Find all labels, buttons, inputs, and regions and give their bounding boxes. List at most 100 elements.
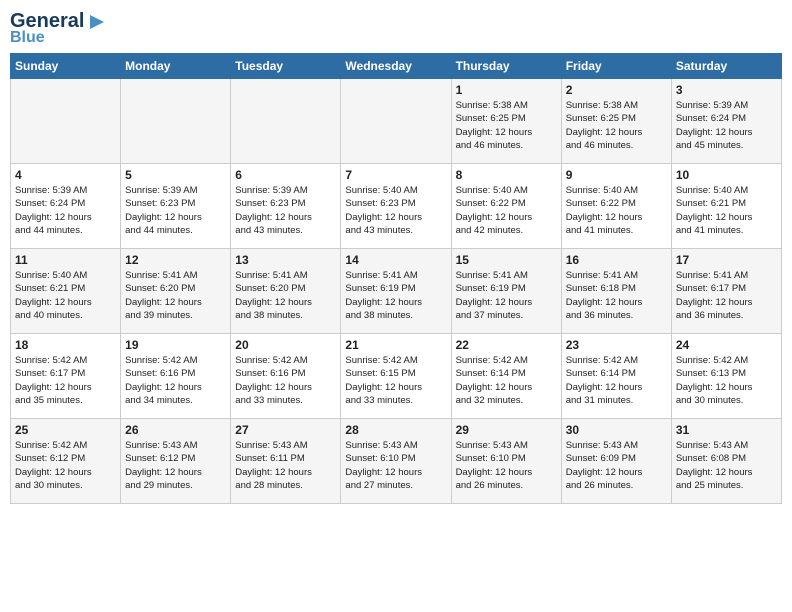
week-row-4: 18 Sunrise: 5:42 AM Sunset: 6:17 PM Dayli… xyxy=(11,334,782,419)
day-cell: 22 Sunrise: 5:42 AM Sunset: 6:14 PM Dayli… xyxy=(451,334,561,419)
day-number: 1 xyxy=(456,83,557,97)
day-cell: 30 Sunrise: 5:43 AM Sunset: 6:09 PM Dayli… xyxy=(561,419,671,504)
day-number: 24 xyxy=(676,338,777,352)
day-cell: 12Sunrise: 5:41 AM Sunset: 6:20 PM Dayli… xyxy=(121,249,231,334)
day-number: 13 xyxy=(235,253,336,267)
calendar-table: SundayMondayTuesdayWednesdayThursdayFrid… xyxy=(10,53,782,504)
weekday-sunday: Sunday xyxy=(11,54,121,79)
day-info: Sunrise: 5:42 AM Sunset: 6:14 PM Dayligh… xyxy=(456,354,557,407)
day-number: 26 xyxy=(125,423,226,437)
day-info: Sunrise: 5:43 AM Sunset: 6:08 PM Dayligh… xyxy=(676,439,777,492)
day-info: Sunrise: 5:41 AM Sunset: 6:20 PM Dayligh… xyxy=(125,269,226,322)
day-cell: 23 Sunrise: 5:42 AM Sunset: 6:14 PM Dayli… xyxy=(561,334,671,419)
day-cell xyxy=(231,79,341,164)
logo-blue: Blue xyxy=(10,29,45,47)
day-cell: 15 Sunrise: 5:41 AM Sunset: 6:19 PM Dayli… xyxy=(451,249,561,334)
day-number: 30 xyxy=(566,423,667,437)
day-cell: 21Sunrise: 5:42 AM Sunset: 6:15 PM Dayli… xyxy=(341,334,451,419)
day-info: Sunrise: 5:40 AM Sunset: 6:21 PM Dayligh… xyxy=(15,269,116,322)
day-info: Sunrise: 5:39 AM Sunset: 6:23 PM Dayligh… xyxy=(235,184,336,237)
day-info: Sunrise: 5:41 AM Sunset: 6:18 PM Dayligh… xyxy=(566,269,667,322)
day-info: Sunrise: 5:40 AM Sunset: 6:22 PM Dayligh… xyxy=(456,184,557,237)
day-number: 23 xyxy=(566,338,667,352)
day-cell: 5 Sunrise: 5:39 AM Sunset: 6:23 PM Daylig… xyxy=(121,164,231,249)
day-info: Sunrise: 5:39 AM Sunset: 6:23 PM Dayligh… xyxy=(125,184,226,237)
day-cell: 6 Sunrise: 5:39 AM Sunset: 6:23 PM Daylig… xyxy=(231,164,341,249)
week-row-1: 1 Sunrise: 5:38 AM Sunset: 6:25 PM Daylig… xyxy=(11,79,782,164)
day-cell: 9 Sunrise: 5:40 AM Sunset: 6:22 PM Daylig… xyxy=(561,164,671,249)
weekday-monday: Monday xyxy=(121,54,231,79)
day-cell xyxy=(121,79,231,164)
page-header: General Blue xyxy=(10,10,782,47)
day-info: Sunrise: 5:43 AM Sunset: 6:11 PM Dayligh… xyxy=(235,439,336,492)
day-info: Sunrise: 5:41 AM Sunset: 6:19 PM Dayligh… xyxy=(456,269,557,322)
day-cell: 19Sunrise: 5:42 AM Sunset: 6:16 PM Dayli… xyxy=(121,334,231,419)
day-info: Sunrise: 5:39 AM Sunset: 6:24 PM Dayligh… xyxy=(676,99,777,152)
day-cell: 14Sunrise: 5:41 AM Sunset: 6:19 PM Dayli… xyxy=(341,249,451,334)
day-cell: 4Sunrise: 5:39 AM Sunset: 6:24 PM Daylig… xyxy=(11,164,121,249)
day-info: Sunrise: 5:42 AM Sunset: 6:16 PM Dayligh… xyxy=(235,354,336,407)
day-cell: 26 Sunrise: 5:43 AM Sunset: 6:12 PM Dayli… xyxy=(121,419,231,504)
weekday-wednesday: Wednesday xyxy=(341,54,451,79)
day-cell: 25 Sunrise: 5:42 AM Sunset: 6:12 PM Dayli… xyxy=(11,419,121,504)
calendar-body: 1 Sunrise: 5:38 AM Sunset: 6:25 PM Daylig… xyxy=(11,79,782,504)
day-cell: 10 Sunrise: 5:40 AM Sunset: 6:21 PM Dayli… xyxy=(671,164,781,249)
weekday-saturday: Saturday xyxy=(671,54,781,79)
week-row-2: 4Sunrise: 5:39 AM Sunset: 6:24 PM Daylig… xyxy=(11,164,782,249)
day-cell: 1Sunrise: 5:38 AM Sunset: 6:25 PM Daylig… xyxy=(451,79,561,164)
day-cell: 11 Sunrise: 5:40 AM Sunset: 6:21 PM Dayli… xyxy=(11,249,121,334)
day-cell: 24Sunrise: 5:42 AM Sunset: 6:13 PM Dayli… xyxy=(671,334,781,419)
day-number: 17 xyxy=(676,253,777,267)
day-number: 28 xyxy=(345,423,446,437)
day-number: 18 xyxy=(15,338,116,352)
day-cell: 16 Sunrise: 5:41 AM Sunset: 6:18 PM Dayli… xyxy=(561,249,671,334)
day-cell: 20 Sunrise: 5:42 AM Sunset: 6:16 PM Dayli… xyxy=(231,334,341,419)
weekday-thursday: Thursday xyxy=(451,54,561,79)
day-number: 11 xyxy=(15,253,116,267)
day-number: 16 xyxy=(566,253,667,267)
logo-arrow-icon xyxy=(86,11,108,33)
day-info: Sunrise: 5:41 AM Sunset: 6:19 PM Dayligh… xyxy=(345,269,446,322)
day-cell: 17 Sunrise: 5:41 AM Sunset: 6:17 PM Dayli… xyxy=(671,249,781,334)
day-info: Sunrise: 5:42 AM Sunset: 6:16 PM Dayligh… xyxy=(125,354,226,407)
logo: General Blue xyxy=(10,10,108,47)
day-info: Sunrise: 5:41 AM Sunset: 6:20 PM Dayligh… xyxy=(235,269,336,322)
day-cell: 7 Sunrise: 5:40 AM Sunset: 6:23 PM Daylig… xyxy=(341,164,451,249)
day-info: Sunrise: 5:42 AM Sunset: 6:12 PM Dayligh… xyxy=(15,439,116,492)
day-number: 6 xyxy=(235,168,336,182)
day-cell: 8 Sunrise: 5:40 AM Sunset: 6:22 PM Daylig… xyxy=(451,164,561,249)
day-cell: 2Sunrise: 5:38 AM Sunset: 6:25 PM Daylig… xyxy=(561,79,671,164)
day-number: 22 xyxy=(456,338,557,352)
day-cell: 27 Sunrise: 5:43 AM Sunset: 6:11 PM Dayli… xyxy=(231,419,341,504)
weekday-header-row: SundayMondayTuesdayWednesdayThursdayFrid… xyxy=(11,54,782,79)
day-number: 20 xyxy=(235,338,336,352)
day-info: Sunrise: 5:43 AM Sunset: 6:12 PM Dayligh… xyxy=(125,439,226,492)
day-cell: 18 Sunrise: 5:42 AM Sunset: 6:17 PM Dayli… xyxy=(11,334,121,419)
day-info: Sunrise: 5:43 AM Sunset: 6:09 PM Dayligh… xyxy=(566,439,667,492)
day-info: Sunrise: 5:42 AM Sunset: 6:15 PM Dayligh… xyxy=(345,354,446,407)
day-info: Sunrise: 5:39 AM Sunset: 6:24 PM Dayligh… xyxy=(15,184,116,237)
day-number: 27 xyxy=(235,423,336,437)
day-number: 9 xyxy=(566,168,667,182)
day-number: 7 xyxy=(345,168,446,182)
day-cell: 29Sunrise: 5:43 AM Sunset: 6:10 PM Dayli… xyxy=(451,419,561,504)
day-number: 15 xyxy=(456,253,557,267)
day-info: Sunrise: 5:41 AM Sunset: 6:17 PM Dayligh… xyxy=(676,269,777,322)
week-row-5: 25 Sunrise: 5:42 AM Sunset: 6:12 PM Dayli… xyxy=(11,419,782,504)
day-info: Sunrise: 5:40 AM Sunset: 6:23 PM Dayligh… xyxy=(345,184,446,237)
day-cell: 28 Sunrise: 5:43 AM Sunset: 6:10 PM Dayli… xyxy=(341,419,451,504)
day-number: 5 xyxy=(125,168,226,182)
day-info: Sunrise: 5:40 AM Sunset: 6:22 PM Dayligh… xyxy=(566,184,667,237)
day-cell xyxy=(11,79,121,164)
day-info: Sunrise: 5:38 AM Sunset: 6:25 PM Dayligh… xyxy=(566,99,667,152)
weekday-friday: Friday xyxy=(561,54,671,79)
day-number: 10 xyxy=(676,168,777,182)
day-number: 3 xyxy=(676,83,777,97)
day-number: 25 xyxy=(15,423,116,437)
day-info: Sunrise: 5:42 AM Sunset: 6:14 PM Dayligh… xyxy=(566,354,667,407)
day-info: Sunrise: 5:43 AM Sunset: 6:10 PM Dayligh… xyxy=(345,439,446,492)
day-number: 8 xyxy=(456,168,557,182)
day-number: 31 xyxy=(676,423,777,437)
day-info: Sunrise: 5:40 AM Sunset: 6:21 PM Dayligh… xyxy=(676,184,777,237)
day-info: Sunrise: 5:42 AM Sunset: 6:17 PM Dayligh… xyxy=(15,354,116,407)
